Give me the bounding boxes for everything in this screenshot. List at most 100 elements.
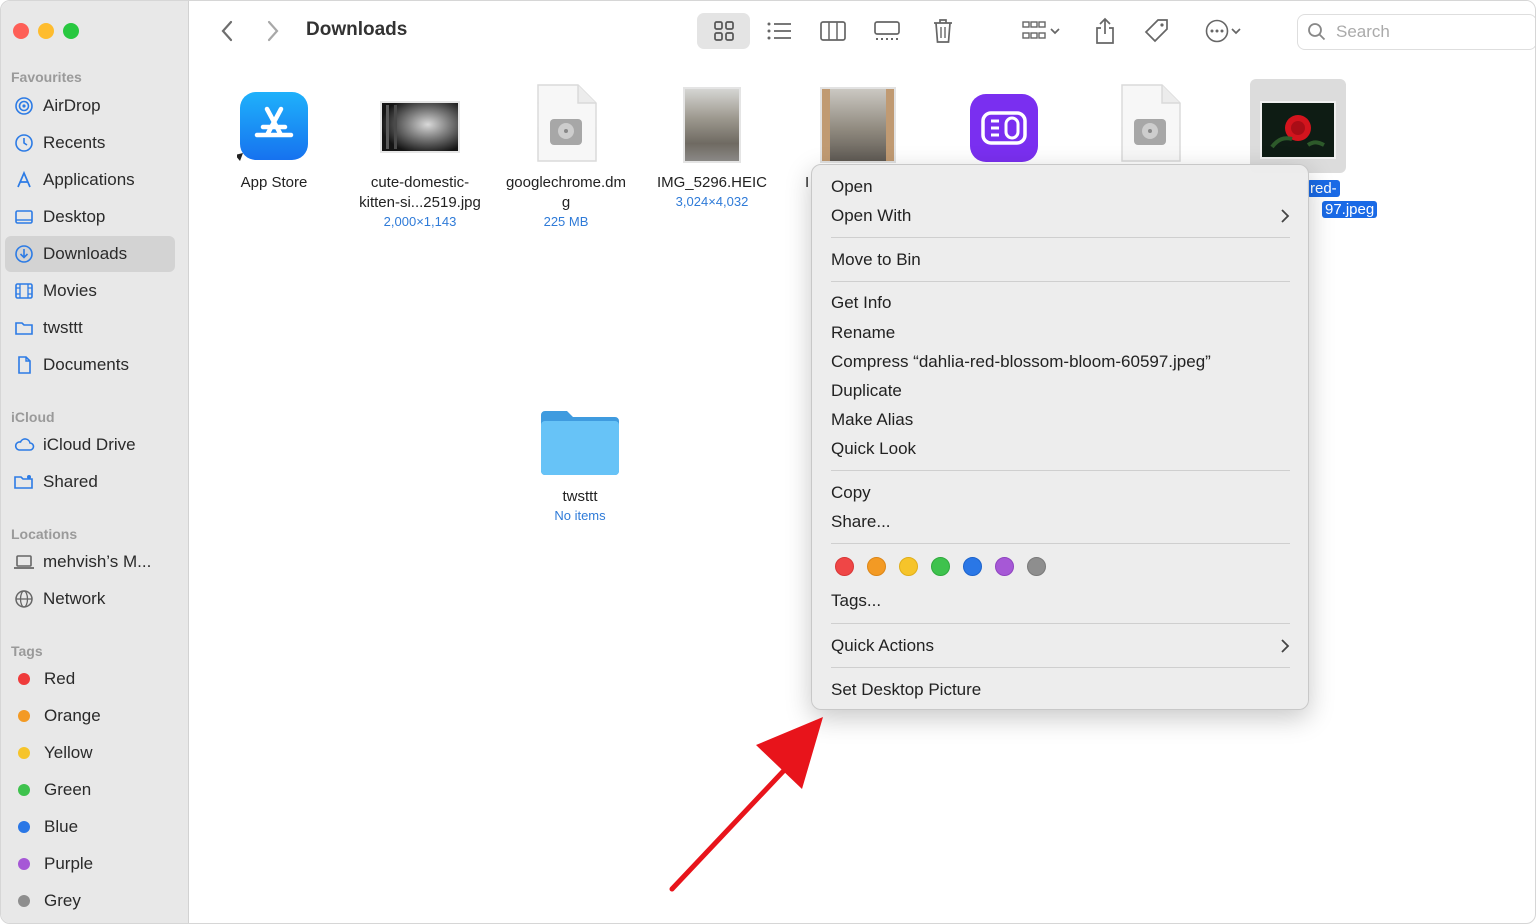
sidebar-item-label: Green <box>44 780 92 799</box>
icon-view-button[interactable] <box>697 13 750 49</box>
tag-swatch-red[interactable] <box>835 557 854 576</box>
gallery-icon <box>874 21 900 40</box>
sidebar-item-desktop[interactable]: Desktop <box>5 199 175 235</box>
disk-image-icon <box>493 79 639 163</box>
column-view-button[interactable] <box>813 13 853 49</box>
menu-item-open-with[interactable]: Open With <box>831 202 1290 230</box>
back-button[interactable] <box>215 17 239 45</box>
sidebar-tag-grey[interactable]: Grey <box>5 883 175 919</box>
menu-item-duplicate[interactable]: Duplicate <box>831 377 1290 405</box>
file-kitten-jpg[interactable]: cute-domestic- kitten-si...2519.jpg 2,00… <box>347 79 493 230</box>
menu-item-make-alias[interactable]: Make Alias <box>831 406 1290 434</box>
sidebar-item-recents[interactable]: Recents <box>5 125 175 161</box>
sidebar-item-network[interactable]: Network <box>5 581 175 617</box>
tag-color-dot <box>18 858 30 870</box>
grid-icon <box>713 21 734 41</box>
menu-item-copy[interactable]: Copy <box>831 479 1290 507</box>
sidebar-section-locations: Locations <box>11 526 78 542</box>
share-icon <box>1096 17 1114 44</box>
close-window-button[interactable] <box>13 23 29 39</box>
sidebar-tag-red[interactable]: Red <box>5 661 175 697</box>
sidebar-item-label: Orange <box>44 706 101 725</box>
applications-icon <box>13 169 35 191</box>
sidebar-item-icloud-drive[interactable]: iCloud Drive <box>5 427 175 463</box>
file-name-line2: g <box>561 194 571 211</box>
tag-swatch-yellow[interactable] <box>899 557 918 576</box>
file-disk-image-2[interactable] <box>1077 79 1223 163</box>
sidebar-tag-yellow[interactable]: Yellow <box>5 735 175 771</box>
delete-button[interactable] <box>923 13 963 49</box>
sidebar-item-documents[interactable]: Documents <box>5 347 175 383</box>
gallery-view-button[interactable] <box>867 13 907 49</box>
file-googlechrome-dmg[interactable]: googlechrome.dm g 225 MB <box>493 79 639 230</box>
file-twsttt-folder[interactable]: twsttt No items <box>507 393 653 524</box>
list-view-button[interactable] <box>759 13 799 49</box>
sidebar-tag-orange[interactable]: Orange <box>5 698 175 734</box>
menu-separator <box>831 281 1290 282</box>
group-icon <box>1022 21 1046 39</box>
file-dahlia-jpeg[interactable] <box>1225 85 1371 169</box>
sidebar-item-airdrop[interactable]: AirDrop <box>5 88 175 124</box>
sidebar-item-downloads[interactable]: Downloads <box>5 236 175 272</box>
menu-item-rename[interactable]: Rename <box>831 319 1290 347</box>
sidebar-item-label: Downloads <box>43 244 128 263</box>
menu-separator <box>831 237 1290 238</box>
tag-swatch-blue[interactable] <box>963 557 982 576</box>
file-app-purple[interactable] <box>931 79 1077 163</box>
file-meta: 3,024×4,032 <box>675 194 749 209</box>
folder-icon <box>507 393 653 477</box>
sidebar-item-applications[interactable]: Applications <box>5 162 175 198</box>
tag-icon <box>1144 19 1168 43</box>
sidebar-item-label: Recents <box>43 133 106 152</box>
chevron-right-icon <box>267 20 279 42</box>
chevron-right-icon <box>1281 209 1290 223</box>
sidebar-item-mac[interactable]: mehvish’s M... <box>5 544 175 580</box>
menu-item-quick-actions[interactable]: Quick Actions <box>831 632 1290 660</box>
more-actions-button[interactable] <box>1195 13 1251 49</box>
sidebar-item-twsttt[interactable]: twsttt <box>5 310 175 346</box>
sidebar-item-label: twsttt <box>43 318 83 337</box>
sidebar-item-label: Shared <box>43 472 98 491</box>
chevron-left-icon <box>221 20 233 42</box>
menu-item-share[interactable]: Share... <box>831 508 1290 536</box>
tag-swatch-grey[interactable] <box>1027 557 1046 576</box>
search-field[interactable]: Search <box>1297 14 1535 50</box>
tag-swatch-green[interactable] <box>931 557 950 576</box>
menu-item-label: Open With <box>831 206 912 225</box>
tag-button[interactable] <box>1137 13 1177 49</box>
menu-item-open[interactable]: Open <box>831 173 1290 201</box>
menu-item-set-desktop-picture[interactable]: Set Desktop Picture <box>831 676 1290 704</box>
menu-item-get-info[interactable]: Get Info <box>831 289 1290 317</box>
sidebar-tag-green[interactable]: Green <box>5 772 175 808</box>
chevron-down-icon <box>1050 28 1060 35</box>
image-thumbnail <box>785 79 931 163</box>
tag-swatch-orange[interactable] <box>867 557 886 576</box>
zoom-window-button[interactable] <box>63 23 79 39</box>
sidebar-item-label: Documents <box>43 355 129 374</box>
minimize-window-button[interactable] <box>38 23 54 39</box>
menu-item-move-to-bin[interactable]: Move to Bin <box>831 246 1290 274</box>
selected-name-line2: 97.jpeg <box>1322 201 1378 218</box>
tag-swatch-purple[interactable] <box>995 557 1014 576</box>
toolbar: Downloads Search <box>189 1 1535 63</box>
share-button[interactable] <box>1085 13 1125 49</box>
sidebar-item-label: Desktop <box>43 207 106 226</box>
menu-item-compress[interactable]: Compress “dahlia-red-blossom-bloom-60597… <box>831 348 1290 376</box>
sidebar-item-movies[interactable]: Movies <box>5 273 175 309</box>
sidebar-item-shared[interactable]: Shared <box>5 464 175 500</box>
sidebar-tag-blue[interactable]: Blue <box>5 809 175 845</box>
finder-window: Favourites AirDrop Recents Applications … <box>0 0 1536 924</box>
sidebar-item-label: Purple <box>44 854 94 873</box>
group-by-button[interactable] <box>1013 13 1069 49</box>
forward-button[interactable] <box>261 17 285 45</box>
menu-item-quick-look[interactable]: Quick Look <box>831 435 1290 463</box>
laptop-icon <box>13 551 35 573</box>
sidebar-tag-purple[interactable]: Purple <box>5 846 175 882</box>
selected-file-name[interactable]: red- 97.jpeg <box>1307 179 1378 220</box>
context-menu: Open Open With Move to Bin Get Info Rena… <box>811 164 1309 710</box>
menu-item-tags[interactable]: Tags... <box>831 587 1290 615</box>
file-app-store[interactable]: App Store <box>201 79 347 193</box>
window-title: Downloads <box>306 19 408 40</box>
airdrop-icon <box>13 95 35 117</box>
file-img-5296-heic[interactable]: IMG_5296.HEIC 3,024×4,032 <box>639 79 785 210</box>
